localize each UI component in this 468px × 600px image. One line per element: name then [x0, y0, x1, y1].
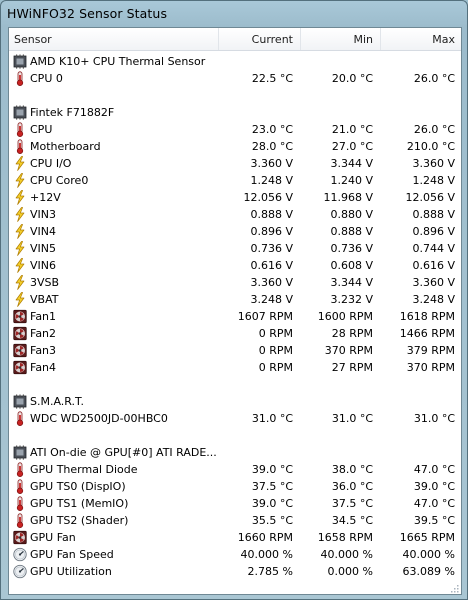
sensor-row[interactable]: GPU Thermal Diode 39.0 °C 38.0 °C 47.0 °C: [9, 461, 461, 478]
sensor-table: Sensor Current Min Max AMD K10+ CPU Ther…: [8, 27, 462, 595]
sensor-row[interactable]: GPU TS2 (Shader) 35.5 °C 34.5 °C 39.5 °C: [9, 512, 461, 529]
sensor-row[interactable]: CPU Core0 1.248 V 1.240 V 1.248 V: [9, 172, 461, 189]
max-value: 63.089 %: [402, 565, 455, 578]
sensor-group-name: AMD K10+ CPU Thermal Sensor: [30, 55, 206, 68]
sensor-group-name: S.M.A.R.T.: [30, 395, 84, 408]
max-value: 210.0 °C: [406, 140, 455, 153]
sensor-group-row[interactable]: S.M.A.R.T.: [9, 393, 461, 410]
column-header-sensor[interactable]: Sensor: [14, 28, 52, 50]
sensor-row[interactable]: WDC WD2500JD-00HBC0 31.0 °C 31.0 °C 31.0 °C: [9, 410, 461, 427]
sensor-row[interactable]: Fan1 1607 RPM 1600 RPM 1618 RPM: [9, 308, 461, 325]
sensor-row[interactable]: VIN3 0.888 V 0.880 V 0.888 V: [9, 206, 461, 223]
max-value: 3.360 V: [412, 276, 455, 289]
max-value: 47.0 °C: [413, 497, 455, 510]
resize-grip-icon[interactable]: [449, 583, 459, 593]
title-bar[interactable]: HWiNFO32 Sensor Status: [1, 1, 467, 27]
max-value: 0.888 V: [412, 208, 455, 221]
sensor-group-name: Fintek F71882F: [30, 106, 115, 119]
spacer-row: [9, 427, 461, 444]
window-title: HWiNFO32 Sensor Status: [7, 6, 168, 21]
sensor-row[interactable]: GPU Fan Speed 40.000 % 40.000 % 40.000 %: [9, 546, 461, 563]
sensor-row[interactable]: CPU 23.0 °C 21.0 °C 26.0 °C: [9, 121, 461, 138]
max-value: 0.616 V: [412, 259, 455, 272]
max-value: 3.248 V: [412, 293, 455, 306]
sensor-row[interactable]: Fan3 0 RPM 370 RPM 379 RPM: [9, 342, 461, 359]
max-value: 3.360 V: [412, 157, 455, 170]
max-value: 26.0 °C: [413, 72, 455, 85]
spacer-row: [9, 87, 461, 104]
max-value: 31.0 °C: [413, 412, 455, 425]
spacer-row: [9, 376, 461, 393]
sensor-group-row[interactable]: Fintek F71882F: [9, 104, 461, 121]
sensor-row[interactable]: CPU I/O 3.360 V 3.344 V 3.360 V: [9, 155, 461, 172]
max-value: 40.000 %: [402, 548, 455, 561]
max-value: 0.896 V: [412, 225, 455, 238]
sensor-group-row[interactable]: AMD K10+ CPU Thermal Sensor: [9, 53, 461, 70]
sensor-group-name: ATI On-die @ GPU[#0] ATI RADE...: [30, 446, 217, 459]
max-value: 1665 RPM: [399, 531, 455, 544]
sensor-row[interactable]: CPU 0 22.5 °C 20.0 °C 26.0 °C: [9, 70, 461, 87]
max-value: 379 RPM: [406, 344, 455, 357]
max-value: 26.0 °C: [413, 123, 455, 136]
max-value: 1.248 V: [412, 174, 455, 187]
column-header-min[interactable]: Min: [301, 28, 373, 50]
max-value: 12.056 V: [405, 191, 455, 204]
table-header: Sensor Current Min Max: [9, 28, 461, 51]
sensor-row[interactable]: GPU TS1 (MemIO) 39.0 °C 37.5 °C 47.0 °C: [9, 495, 461, 512]
max-value: 39.5 °C: [413, 514, 455, 527]
sensor-row[interactable]: VBAT 3.248 V 3.232 V 3.248 V: [9, 291, 461, 308]
sensor-row[interactable]: Motherboard 28.0 °C 27.0 °C 210.0 °C: [9, 138, 461, 155]
sensor-row[interactable]: Fan2 0 RPM 28 RPM 1466 RPM: [9, 325, 461, 342]
sensor-row[interactable]: +12V 12.056 V 11.968 V 12.056 V: [9, 189, 461, 206]
sensor-row[interactable]: GPU TS0 (DispIO) 37.5 °C 36.0 °C 39.0 °C: [9, 478, 461, 495]
sensor-row[interactable]: 3VSB 3.360 V 3.344 V 3.360 V: [9, 274, 461, 291]
column-header-max[interactable]: Max: [381, 28, 455, 50]
max-value: 0.744 V: [412, 242, 455, 255]
sensor-row[interactable]: GPU Fan 1660 RPM 1658 RPM 1665 RPM: [9, 529, 461, 546]
sensor-row[interactable]: GPU Utilization 2.785 % 0.000 % 63.089 %: [9, 563, 461, 580]
sensor-status-window: HWiNFO32 Sensor Status Sensor Current Mi…: [0, 0, 468, 600]
max-value: 1466 RPM: [399, 327, 455, 340]
sensor-row[interactable]: VIN6 0.616 V 0.608 V 0.616 V: [9, 257, 461, 274]
max-value: 1618 RPM: [399, 310, 455, 323]
max-value: 39.0 °C: [413, 480, 455, 493]
max-value: 370 RPM: [406, 361, 455, 374]
max-value: 47.0 °C: [413, 463, 455, 476]
sensor-row[interactable]: VIN4 0.896 V 0.888 V 0.896 V: [9, 223, 461, 240]
column-header-current[interactable]: Current: [219, 28, 293, 50]
sensor-row[interactable]: VIN5 0.736 V 0.736 V 0.744 V: [9, 240, 461, 257]
sensor-row[interactable]: Fan4 0 RPM 27 RPM 370 RPM: [9, 359, 461, 376]
sensor-group-row[interactable]: ATI On-die @ GPU[#0] ATI RADE...: [9, 444, 461, 461]
